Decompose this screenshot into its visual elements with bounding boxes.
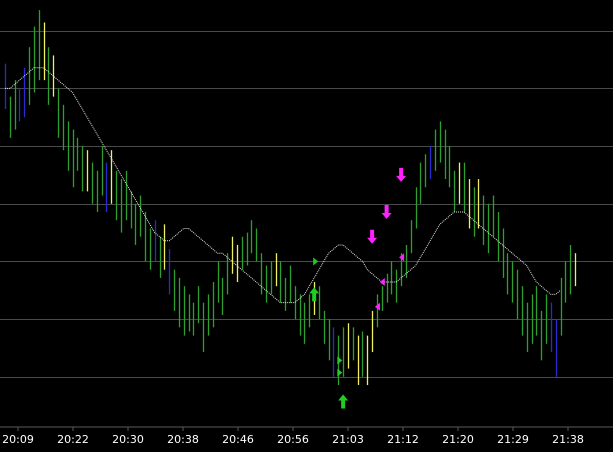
x-tick-label: 21:20 <box>442 433 474 446</box>
x-tick-label: 21:38 <box>552 433 584 446</box>
x-tick-label: 21:12 <box>387 433 419 446</box>
x-tick-label: 20:38 <box>167 433 199 446</box>
x-tick-label: 20:22 <box>57 433 89 446</box>
x-tick-label: 20:30 <box>112 433 144 446</box>
x-tick-label: 20:56 <box>277 433 309 446</box>
price-chart: 20:09 20:22 20:30 20:38 20:46 20:56 21:03 21:12… <box>0 0 613 452</box>
x-tick-label: 21:29 <box>497 433 529 446</box>
x-tick-label: 21:03 <box>332 433 364 446</box>
x-tick-label: 20:09 <box>2 433 34 446</box>
x-tick-label: 20:46 <box>222 433 254 446</box>
chart-background <box>0 0 613 452</box>
